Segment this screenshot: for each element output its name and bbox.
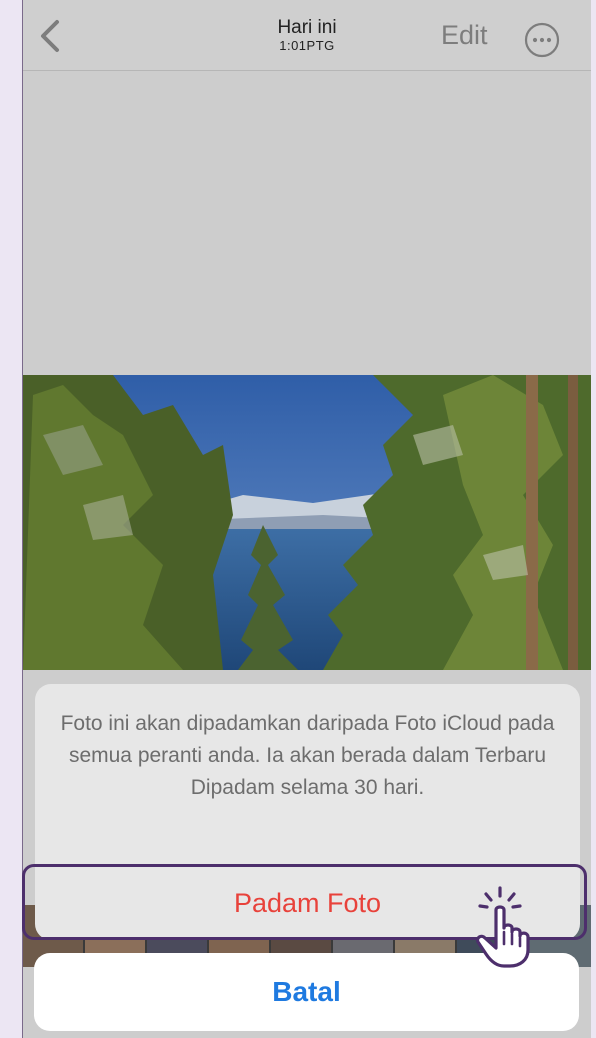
nav-title: Hari ini 1:01PTG bbox=[23, 18, 591, 54]
tap-hand-icon bbox=[475, 886, 530, 968]
nav-bar: Hari ini 1:01PTG Edit bbox=[23, 0, 591, 71]
ellipsis-circle-icon[interactable] bbox=[523, 21, 561, 59]
photo-lake-trees bbox=[23, 375, 591, 670]
edit-button[interactable]: Edit bbox=[441, 20, 488, 51]
nav-title-text: Hari ini bbox=[277, 17, 337, 38]
nav-subtitle-time: 1:01PTG bbox=[279, 38, 335, 53]
sheet-message: Foto ini akan dipadamkan daripada Foto i… bbox=[60, 712, 555, 799]
